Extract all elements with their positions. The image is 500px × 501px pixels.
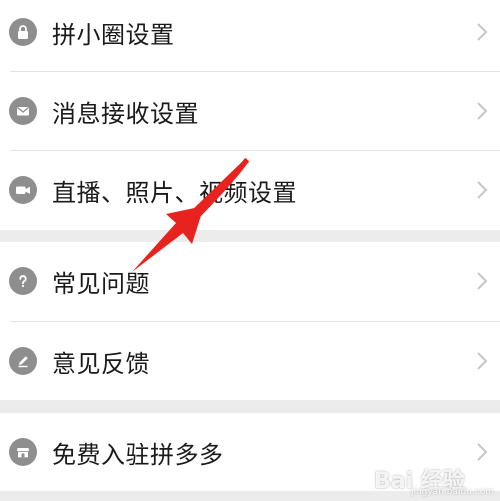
menu-item-faq[interactable]: 常见问题	[0, 242, 500, 320]
video-camera-icon	[9, 176, 37, 204]
menu-item-label: 常见问题	[52, 269, 150, 298]
mail-icon	[9, 97, 37, 125]
chevron-right-icon	[477, 181, 488, 199]
chevron-right-icon	[477, 23, 488, 41]
menu-item-feedback[interactable]: 意见反馈	[0, 322, 500, 400]
pencil-icon	[9, 347, 37, 375]
menu-item-label: 消息接收设置	[52, 99, 199, 128]
store-icon	[9, 438, 37, 466]
baidu-jingyan-watermark: Bai 经验 jingyan.baidu.com	[374, 463, 494, 497]
question-icon	[9, 267, 37, 295]
menu-item-label: 直播、照片、视频设置	[52, 178, 297, 207]
lock-icon	[9, 18, 37, 46]
menu-item-label: 拼小圈设置	[52, 20, 175, 49]
watermark-subtext: jingyan.baidu.com	[410, 487, 494, 497]
chevron-right-icon	[477, 352, 488, 370]
menu-item-label: 意见反馈	[52, 349, 150, 378]
chevron-right-icon	[477, 443, 488, 461]
chevron-right-icon	[477, 272, 488, 290]
menu-item-label: 免费入驻拼多多	[52, 440, 224, 469]
menu-item-message-settings[interactable]: 消息接收设置	[0, 72, 500, 150]
chevron-right-icon	[477, 102, 488, 120]
menu-item-live-photo-video-settings[interactable]: 直播、照片、视频设置	[0, 151, 500, 229]
menu-item-pinxiaoquan-settings[interactable]: 拼小圈设置	[0, 0, 500, 71]
settings-screen: 拼小圈设置 消息接收设置 直播、照片、视频设置 常见问题 意见反馈 免费入驻拼多…	[0, 0, 500, 501]
